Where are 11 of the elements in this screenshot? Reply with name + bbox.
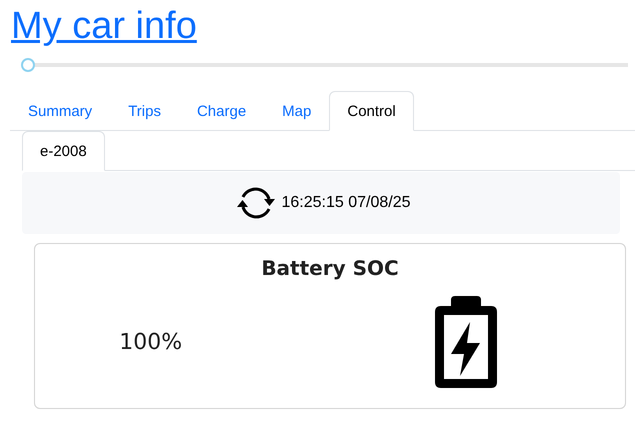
card-title: Battery SOC [261, 256, 399, 280]
tab[interactable]: Summary [10, 91, 110, 131]
page-title-link[interactable]: My car info [11, 4, 197, 48]
tab[interactable]: Control [329, 91, 414, 131]
tab[interactable]: Trips [110, 91, 179, 131]
slider-thumb[interactable] [21, 58, 35, 72]
battery-percentage: 100% [119, 330, 182, 354]
vehicle-tab[interactable]: e-2008 [22, 131, 105, 171]
tab[interactable]: Charge [178, 91, 264, 131]
tab[interactable]: Map [264, 91, 330, 131]
timestamp: 16:25:15 07/08/25 [281, 194, 410, 212]
